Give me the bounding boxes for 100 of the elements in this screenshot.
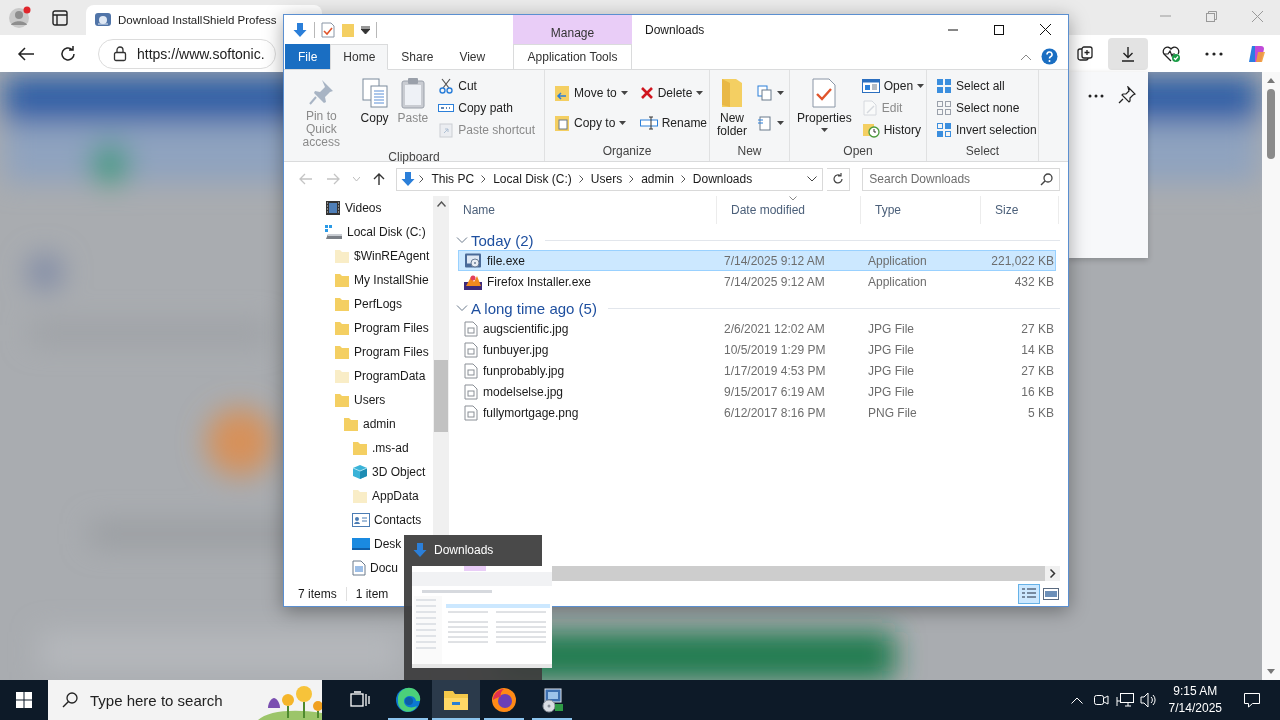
camera-icon [1092,693,1109,707]
refresh-icon [59,44,77,63]
file-type: JPG File [867,342,915,357]
ribbon-button[interactable]: New folder [714,73,750,138]
window-title: Downloads [645,22,706,37]
breadcrumb[interactable]: Local Disk (C:) [489,172,576,186]
toolbar-button[interactable] [1108,37,1148,70]
file-type: Application [867,253,928,268]
ribbon-button[interactable]: Copy [356,73,393,125]
tree-item[interactable]: My InstallShie [284,268,433,292]
heart-pulse-icon [1161,44,1181,63]
scrollbar-thumb[interactable] [434,360,448,432]
ribbon-tab[interactable]: Home [330,44,389,70]
tree-item[interactable]: PerfLogs [284,292,433,316]
easy-access-icon [757,114,773,131]
tree-item[interactable]: Program Files [284,340,433,364]
tree-item[interactable]: 3D Object [284,460,433,484]
breadcrumb[interactable]: Users [586,172,627,186]
properties-icon[interactable] [321,21,335,38]
taskbar-button[interactable] [432,680,480,720]
tree-item[interactable]: AppData [284,484,433,508]
tree-item[interactable]: Users [284,388,433,412]
address-bar[interactable]: This PC Local Disk (C:) Users admin Downloads [396,167,823,191]
caret-icon [917,84,925,88]
file-row[interactable]: fullymortgage.png 6/12/2017 8:16 PM PNG File 5 KB [458,402,1056,423]
ribbon-button[interactable]: Select all [933,75,1040,97]
scrollbar-thumb[interactable] [1267,89,1275,159]
column-header[interactable]: Size [981,196,1059,224]
breadcrumb[interactable]: This PC [427,172,479,186]
select-all-icon [936,78,952,94]
ribbon-button[interactable]: Cut [435,75,538,97]
tree-item[interactable]: Videos [284,196,433,220]
clock[interactable]: 9:15 AM 7/14/2025 [1160,683,1230,717]
column-header[interactable]: Type [861,196,981,224]
restore-icon [1205,10,1217,22]
search-box[interactable]: Search Downloads [862,167,1060,191]
view-button[interactable] [1018,583,1040,604]
refresh-button[interactable] [826,167,851,191]
chevron-icon [419,175,425,183]
tree-item[interactable]: Contacts [284,508,433,532]
desktop-icon [352,537,370,551]
column-header[interactable]: Name [449,196,717,224]
customize-icon[interactable] [361,25,370,34]
help-icon[interactable] [1041,48,1058,65]
ribbon-button[interactable]: Delete [636,82,711,105]
address-field[interactable]: https://www.softonic. [98,38,276,69]
dropdown-icon[interactable] [806,176,817,182]
ribbon-button[interactable]: Open [858,75,928,97]
ribbon-button[interactable]: Copy path [435,97,538,119]
ribbon-button[interactable]: Copy to [551,111,631,134]
file-row[interactable]: funprobably.jpg 1/17/2019 4:53 PM JPG File 27 KB [458,360,1056,381]
file-type: JPG File [867,321,915,336]
file-size: 14 KB [1020,342,1055,357]
caret-icon [620,91,628,96]
search-field[interactable]: Type here to search [88,690,248,710]
file-date: 2/6/2021 12:02 AM [723,321,826,336]
tiles-view-icon [1043,587,1059,600]
ribbon-tab[interactable]: File [285,44,331,69]
pin-icon[interactable] [1118,86,1136,104]
scissors-icon [438,78,455,94]
file-type: JPG File [867,363,915,378]
image-file-icon [464,341,478,358]
ribbon-button[interactable]: History [858,119,928,141]
tree-item[interactable]: $WinREAgent [284,244,433,268]
column-header[interactable]: Date modified [717,196,861,224]
file-row[interactable]: file.exe 7/14/2025 9:12 AM Application 221,022 KB [458,250,1056,271]
speaker-icon [1139,692,1158,708]
breadcrumb[interactable]: Downloads [688,172,757,186]
ribbon-button[interactable]: Rename [636,111,711,134]
ribbon-button[interactable]: Select none [933,97,1040,119]
file-name: funbuyer.jpg [483,342,549,357]
refresh-icon [832,173,845,185]
back-arrow-icon [298,173,313,185]
select-none-icon [936,100,952,116]
tree-item[interactable]: admin [284,412,433,436]
download-arrow-icon [400,171,417,187]
tree-item[interactable]: .ms-ad [284,436,433,460]
window-icon [861,79,880,93]
breadcrumb[interactable]: admin [637,172,678,186]
tree-item[interactable]: Local Disk (C:) [284,220,433,244]
ribbon-button[interactable]: Move to [551,82,631,105]
tree-item[interactable]: Program Files [284,316,433,340]
collapse-ribbon-icon[interactable] [1021,53,1031,60]
file-size: 432 KB [1013,274,1055,289]
caret-icon [619,120,627,125]
search-box[interactable]: Type here to search [48,680,322,720]
file-row[interactable]: Firefox Installer.exe 7/14/2025 9:12 AM Application 432 KB [458,271,1056,292]
tab-actions-icon[interactable] [52,9,68,26]
folder-pages-icon [554,113,570,132]
file-row[interactable]: augscientific.jpg 2/6/2021 12:02 AM JPG File 27 KB [458,318,1056,339]
ribbon-button[interactable]: Invert selection [933,119,1040,141]
search-field[interactable]: Search Downloads [869,172,1040,186]
tree-item[interactable]: ProgramData [284,364,433,388]
file-row[interactable]: funbuyer.jpg 10/5/2019 1:29 PM JPG File 14 KB [458,339,1056,360]
more-icon[interactable] [1088,94,1104,98]
ribbon-tab[interactable]: Application Tools [513,44,632,69]
scrollbar[interactable] [1262,72,1280,680]
shortcut-icon [438,122,455,138]
file-row[interactable]: modelselse.jpg 9/15/2017 6:19 AM JPG File 16 KB [458,381,1056,402]
ribbon-button[interactable]: Properties [794,73,855,132]
